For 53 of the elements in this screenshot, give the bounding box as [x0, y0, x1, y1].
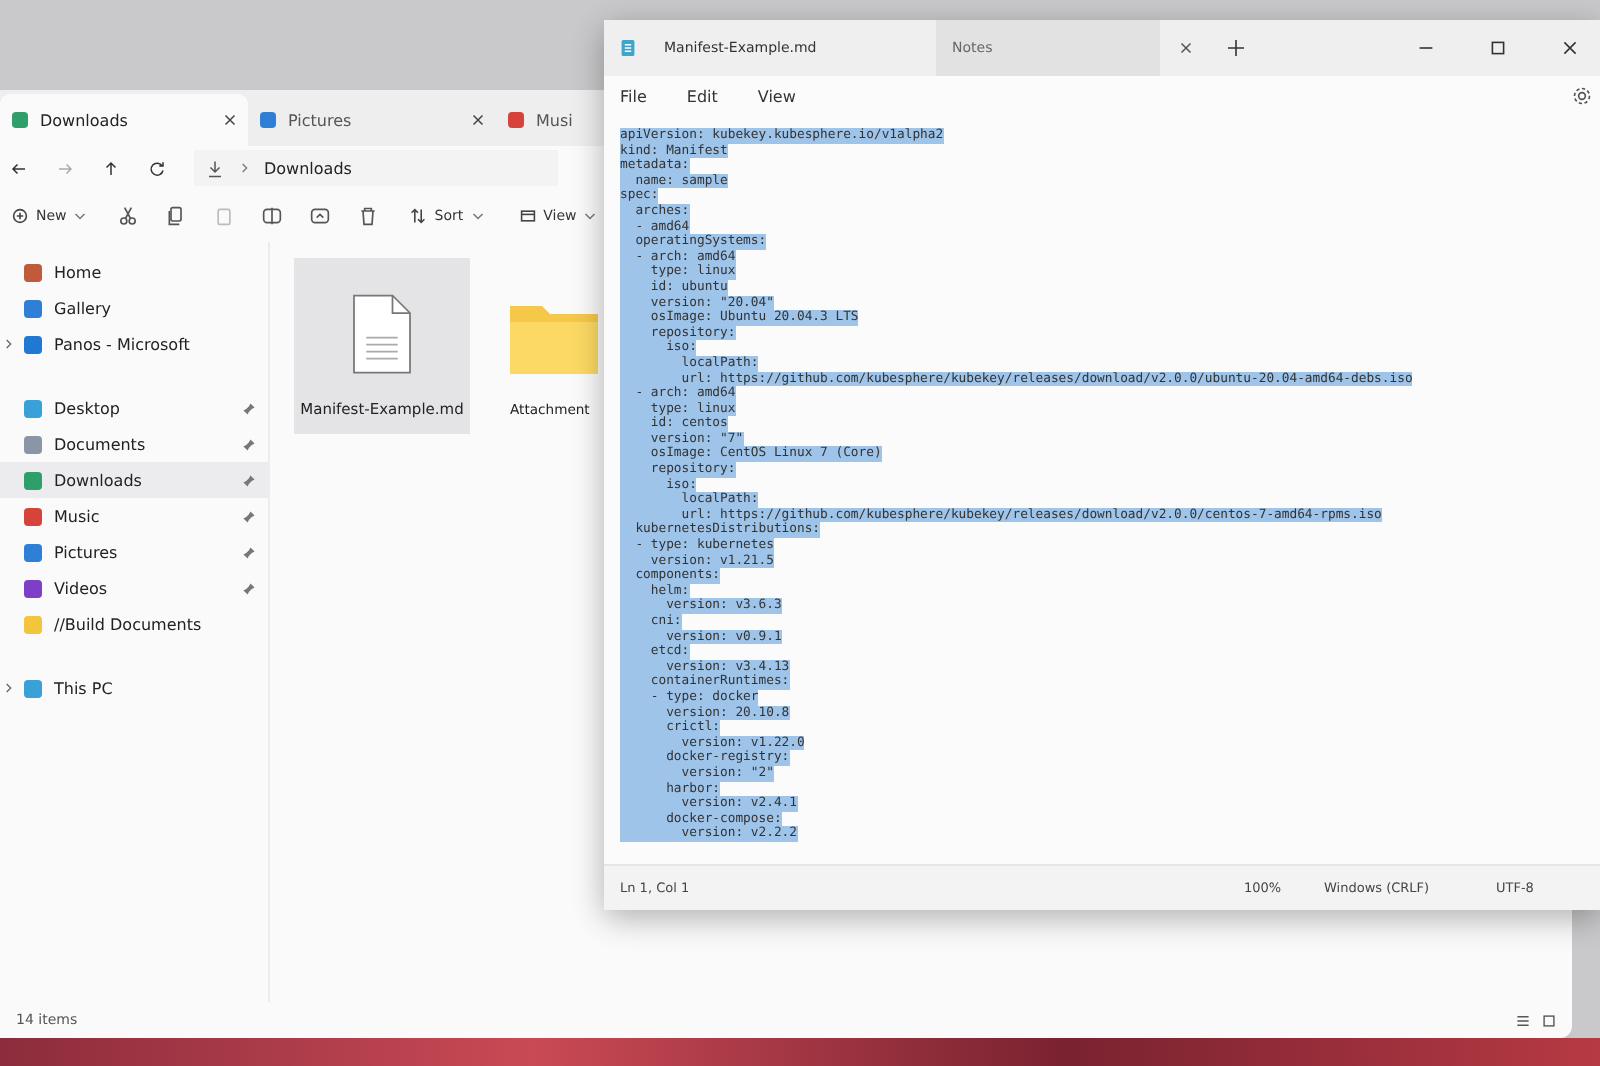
close-icon[interactable]: [472, 114, 484, 126]
chevron-icon[interactable]: [4, 338, 12, 350]
plus-circle-icon: [12, 208, 28, 224]
chevron-icon: [240, 162, 248, 174]
address-bar[interactable]: Downloads: [194, 150, 558, 186]
tiles-view-icon[interactable]: [1542, 1013, 1556, 1027]
close-icon[interactable]: [1180, 42, 1192, 54]
rename-icon[interactable]: [262, 206, 283, 226]
trash-icon[interactable]: [358, 206, 379, 226]
pin-icon: [242, 401, 256, 415]
details-view-icon[interactable]: [1516, 1013, 1530, 1027]
sidebar-item[interactable]: Desktop: [0, 390, 268, 426]
explorer-tab[interactable]: Pictures: [248, 94, 496, 146]
caret-icon: [74, 211, 87, 221]
sidebar-item[interactable]: Downloads: [0, 462, 268, 498]
menu-item[interactable]: Edit: [686, 87, 718, 105]
settings-icon[interactable]: [1572, 86, 1592, 106]
chevron-icon[interactable]: [4, 682, 12, 694]
close-icon[interactable]: [224, 114, 236, 126]
notepad-icon: [620, 38, 636, 58]
scissors-icon[interactable]: [118, 206, 139, 226]
sidebar-item[interactable]: Panos - Microsoft: [0, 326, 268, 362]
sidebar-item[interactable]: Home: [0, 254, 268, 290]
share-icon[interactable]: [310, 206, 331, 226]
menu-item[interactable]: File: [620, 87, 647, 105]
caret-icon: [584, 211, 597, 221]
sidebar-item[interactable]: Videos: [0, 570, 268, 606]
sidebar-item[interactable]: Gallery: [0, 290, 268, 326]
caret-icon: [471, 211, 484, 221]
copy-icon[interactable]: [166, 206, 187, 226]
pin-icon: [242, 509, 256, 523]
sidebar-item[interactable]: This PC: [0, 670, 268, 706]
back-arrow-icon[interactable]: [10, 159, 28, 177]
sidebar-item[interactable]: Music: [0, 498, 268, 534]
maximize-icon[interactable]: [1490, 40, 1506, 56]
clipboard-icon[interactable]: [214, 206, 235, 226]
pin-icon: [242, 581, 256, 595]
menu-item[interactable]: View: [757, 87, 796, 105]
explorer-tab[interactable]: Musi: [496, 94, 585, 146]
explorer-tab[interactable]: Downloads: [0, 94, 248, 146]
sidebar-item[interactable]: Pictures: [0, 534, 268, 570]
refresh-icon[interactable]: [148, 159, 166, 177]
pin-icon: [242, 437, 256, 451]
plus-icon[interactable]: [1228, 40, 1244, 56]
close-icon[interactable]: [1562, 40, 1578, 56]
sidebar-item[interactable]: Documents: [0, 426, 268, 462]
sort-arrows-icon: [410, 208, 427, 224]
up-arrow-icon[interactable]: [102, 159, 120, 177]
breadcrumb[interactable]: Downloads: [264, 159, 352, 177]
sidebar-item[interactable]: //Build Documents: [0, 606, 268, 642]
view-layout-icon: [519, 208, 536, 224]
pin-icon: [242, 473, 256, 487]
pin-icon: [242, 545, 256, 559]
